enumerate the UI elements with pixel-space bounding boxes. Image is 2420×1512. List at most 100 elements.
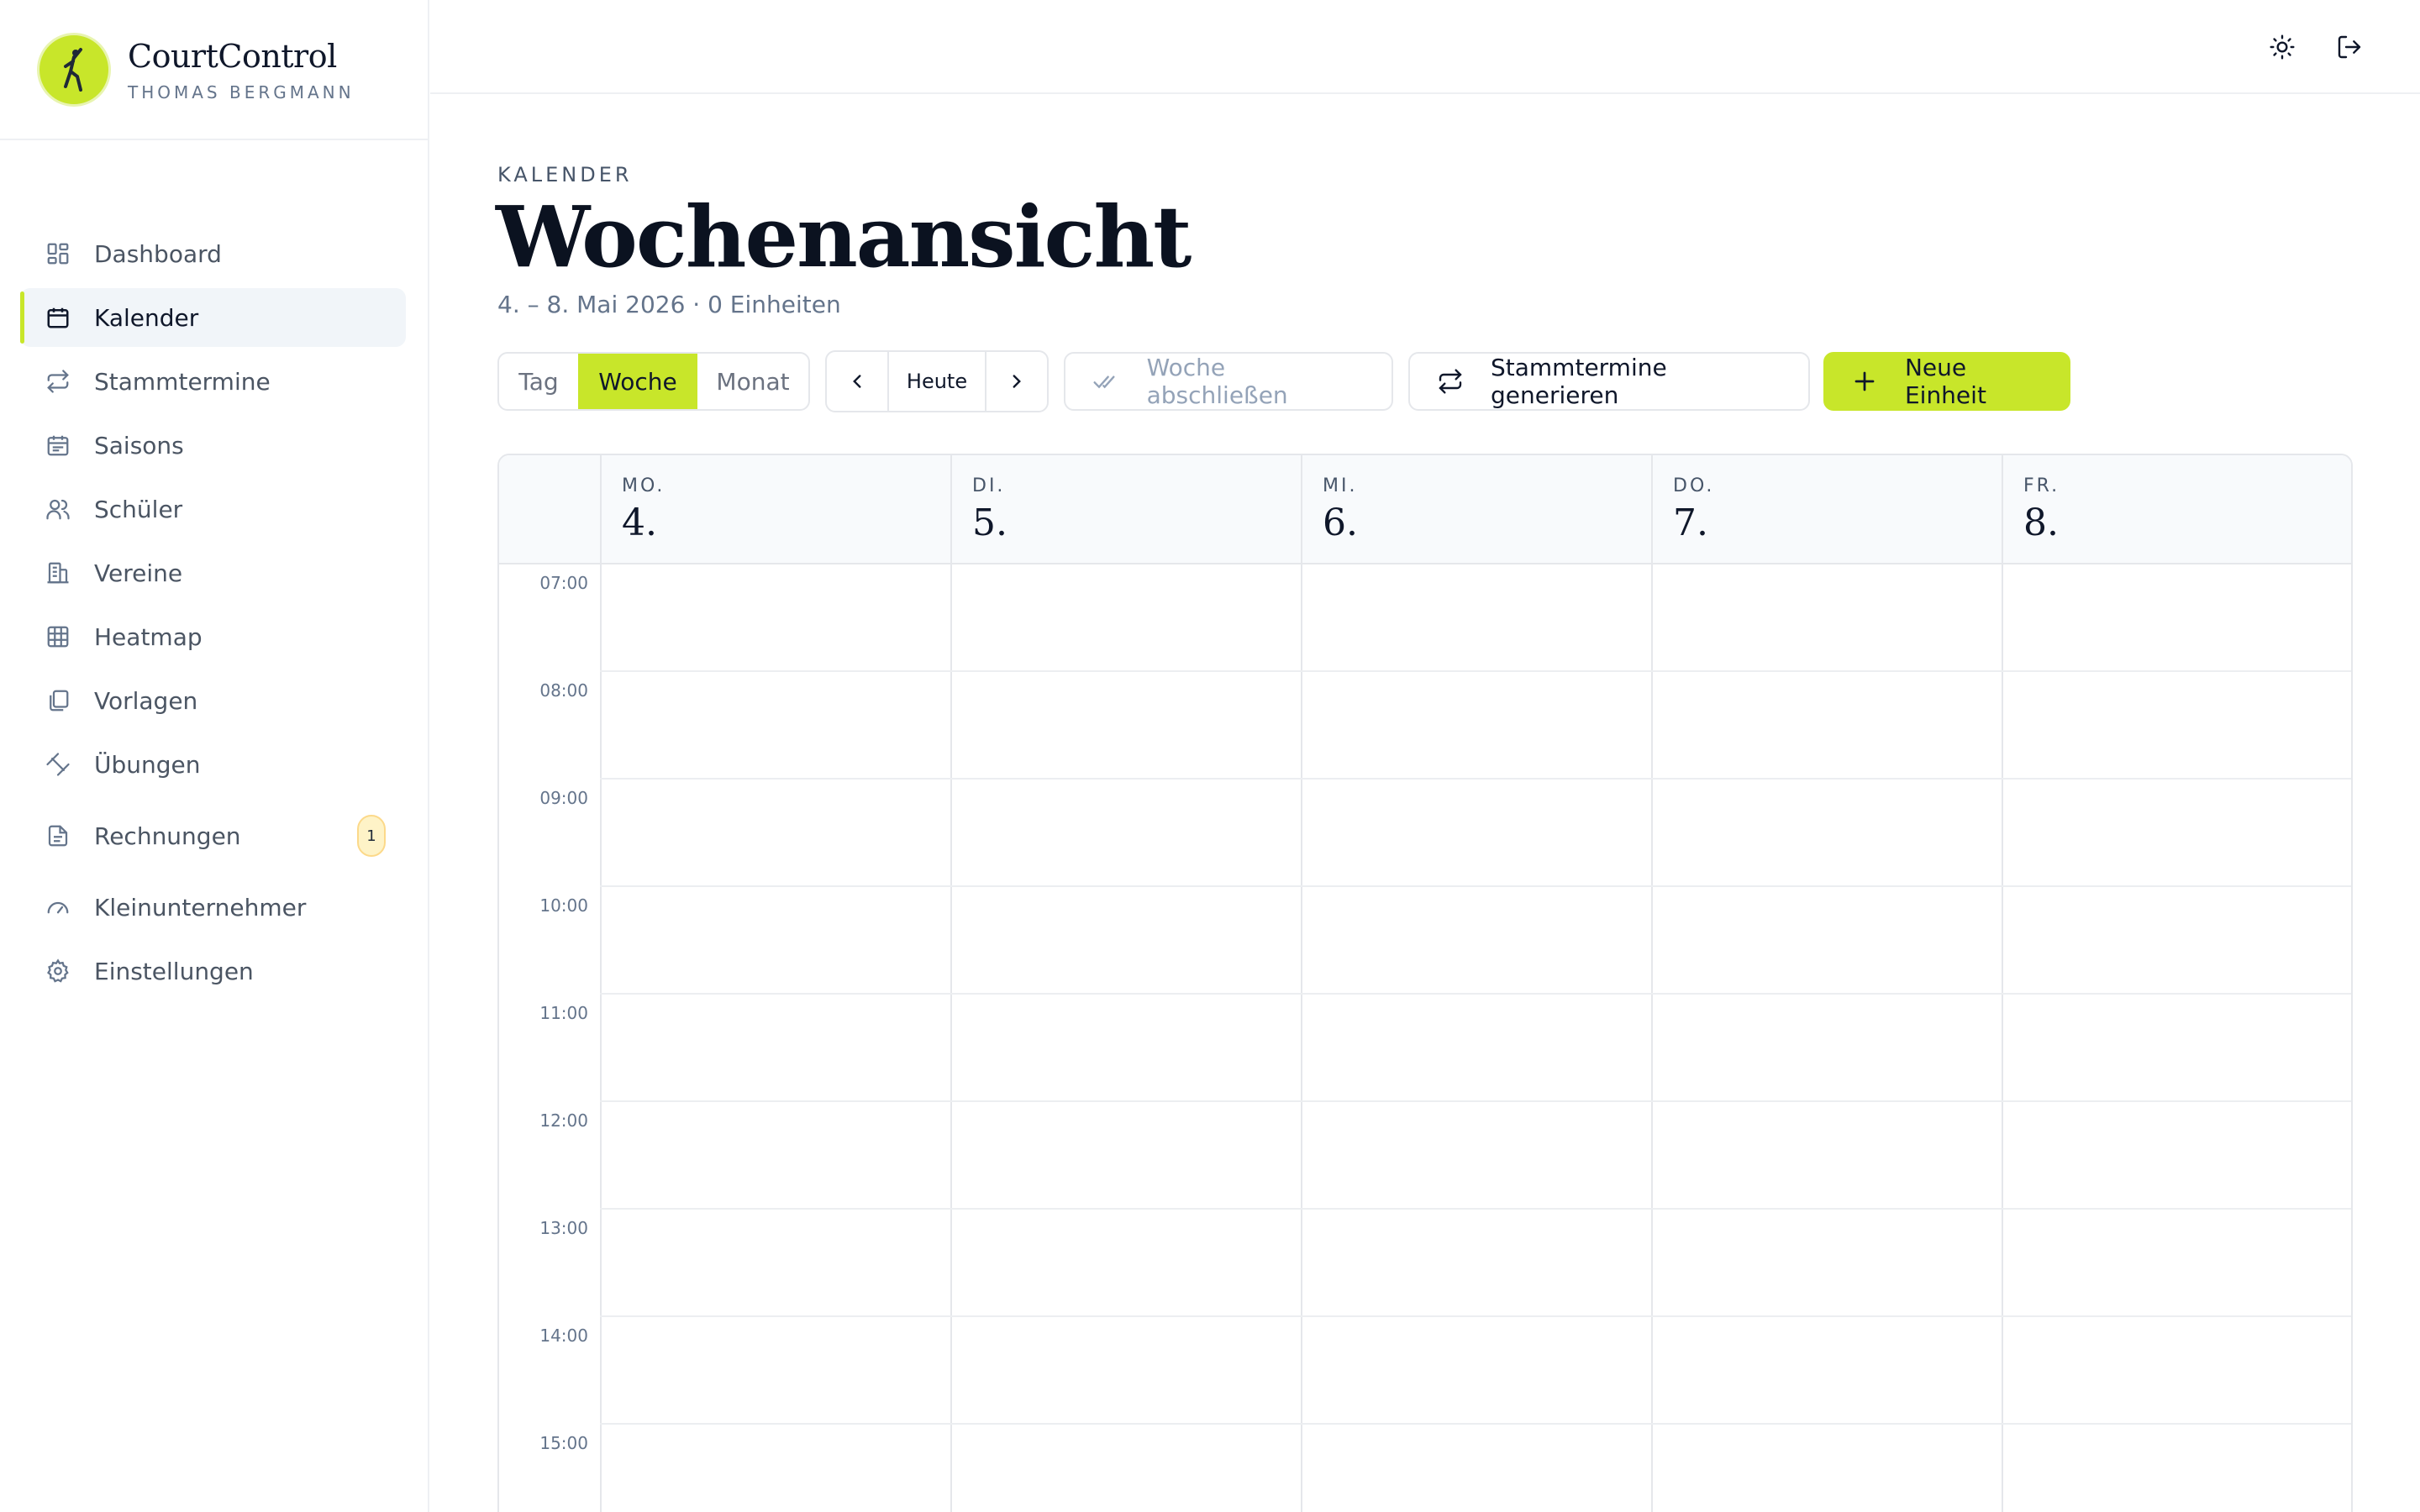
gauge-icon [44,893,72,921]
column-divider [2002,564,2003,1512]
main-content: KALENDER Wochenansicht 4. – 8. Mai 2026 … [430,94,2420,1512]
logout-button[interactable] [2331,29,2368,66]
view-switcher: Tag Woche Monat [497,352,810,411]
day-header-di[interactable]: DI. 5. [950,455,1302,563]
previous-week-button[interactable] [827,352,887,411]
hour-gridline [600,993,2351,995]
page-title: Wochenansicht [496,187,1192,286]
building-icon [44,559,72,587]
hour-gridline [600,778,2351,780]
gear-icon [44,957,72,985]
time-label: 13:00 [539,1218,588,1238]
dashboard-icon [44,239,72,268]
sidebar-item-rechnungen[interactable]: Rechnungen 1 [20,799,406,873]
time-label: 08:00 [539,680,588,701]
sun-icon [2270,34,2295,60]
new-session-button[interactable]: Neue Einheit [1823,352,2070,411]
hour-gridline [600,1100,2351,1102]
today-button[interactable]: Heute [887,352,986,411]
day-number: 7. [1673,501,1708,544]
sidebar-item-label: Stammtermine [94,367,271,396]
sidebar-nav: Dashboard Kalender Stammtermine Saisons … [0,140,428,1000]
day-name: DI. [972,475,1006,496]
day-number: 5. [972,501,1007,544]
dumbbell-icon [44,750,72,779]
users-icon [44,495,72,523]
next-week-button[interactable] [986,352,1047,411]
view-woche-button[interactable]: Woche [578,354,697,409]
sidebar-item-saisons[interactable]: Saisons [20,416,406,475]
day-header-do[interactable]: DO. 7. [1651,455,2002,563]
calendar-header: MO. 4. DI. 5. MI. 6. DO. 7. FR. 8. [499,455,2351,564]
sidebar-item-label: Übungen [94,750,201,779]
sidebar-item-schueler[interactable]: Schüler [20,480,406,538]
close-week-label: Woche abschließen [1146,354,1288,409]
logout-icon [2338,35,2361,59]
page-eyebrow: KALENDER [497,163,633,186]
time-label: 10:00 [539,895,588,916]
plus-icon [1852,367,1878,396]
day-name: MI. [1323,475,1358,496]
sidebar-item-vorlagen[interactable]: Vorlagen [20,671,406,730]
document-icon [44,822,72,850]
topbar [430,0,2420,94]
time-label: 12:00 [539,1110,588,1131]
column-divider [1301,564,1302,1512]
generate-recurring-label: Stammtermine generieren [1491,354,1667,409]
calendar-list-icon [44,431,72,459]
chevron-right-icon [1013,375,1021,388]
notification-badge: 1 [357,815,386,857]
hour-gridline [600,1208,2351,1210]
column-divider [950,564,952,1512]
tennis-player-icon [64,47,82,92]
sidebar-item-label: Saisons [94,431,184,459]
sidebar-item-label: Vorlagen [94,686,198,715]
column-divider [1651,564,1653,1512]
week-navigation: Heute [825,350,1049,412]
sidebar-item-uebungen[interactable]: Übungen [20,735,406,794]
grid-icon [44,622,72,651]
generate-recurring-button[interactable]: Stammtermine generieren [1408,352,1810,411]
time-label: 14:00 [539,1326,588,1346]
calendar-toolbar: Tag Woche Monat Heute Woche abschließen … [497,350,2070,412]
day-number: 6. [1323,501,1358,544]
day-header-mi[interactable]: MI. 6. [1301,455,1652,563]
hour-gridline [600,1315,2351,1317]
day-header-mo[interactable]: MO. 4. [600,455,951,563]
sidebar-item-label: Einstellungen [94,957,254,985]
hour-gridline [600,1423,2351,1425]
view-monat-button[interactable]: Monat [697,354,808,409]
sidebar-item-label: Vereine [94,559,183,587]
new-session-label: Neue Einheit [1904,354,1986,409]
sidebar-item-label: Schüler [94,495,183,523]
time-label: 11:00 [539,1003,588,1023]
sidebar-item-stammtermine[interactable]: Stammtermine [20,352,406,411]
view-tag-button[interactable]: Tag [499,354,578,409]
user-name: THOMAS BERGMANN [128,81,355,102]
calendar-body[interactable]: 07:00 08:00 09:00 10:00 11:00 12:00 13:0… [499,564,2351,1512]
sidebar-item-label: Heatmap [94,622,203,651]
sidebar-item-heatmap[interactable]: Heatmap [20,607,406,666]
hour-gridline [600,670,2351,672]
day-header-fr[interactable]: FR. 8. [2002,455,2351,563]
repeat-icon [1437,367,1464,396]
time-label: 07:00 [539,573,588,593]
sidebar-item-kalender[interactable]: Kalender [20,288,406,347]
sidebar-item-kleinunternehmer[interactable]: Kleinunternehmer [20,878,406,937]
sidebar-item-label: Rechnungen [94,822,241,850]
calendar-icon [44,303,72,332]
app-logo[interactable] [37,32,111,107]
sidebar-item-label: Kleinunternehmer [94,893,307,921]
day-name: FR. [2023,475,2060,496]
hour-gridline [600,885,2351,887]
page-subtitle: 4. – 8. Mai 2026 · 0 Einheiten [497,291,841,318]
sidebar-item-dashboard[interactable]: Dashboard [20,224,406,283]
sidebar-item-einstellungen[interactable]: Einstellungen [20,942,406,1000]
sidebar-item-vereine[interactable]: Vereine [20,543,406,602]
theme-toggle-button[interactable] [2264,29,2301,66]
close-week-button[interactable]: Woche abschließen [1064,352,1393,411]
app-name: CourtControl [128,37,337,75]
sidebar-item-label: Dashboard [94,239,222,268]
column-divider [600,564,602,1512]
time-label: 15:00 [539,1433,588,1453]
